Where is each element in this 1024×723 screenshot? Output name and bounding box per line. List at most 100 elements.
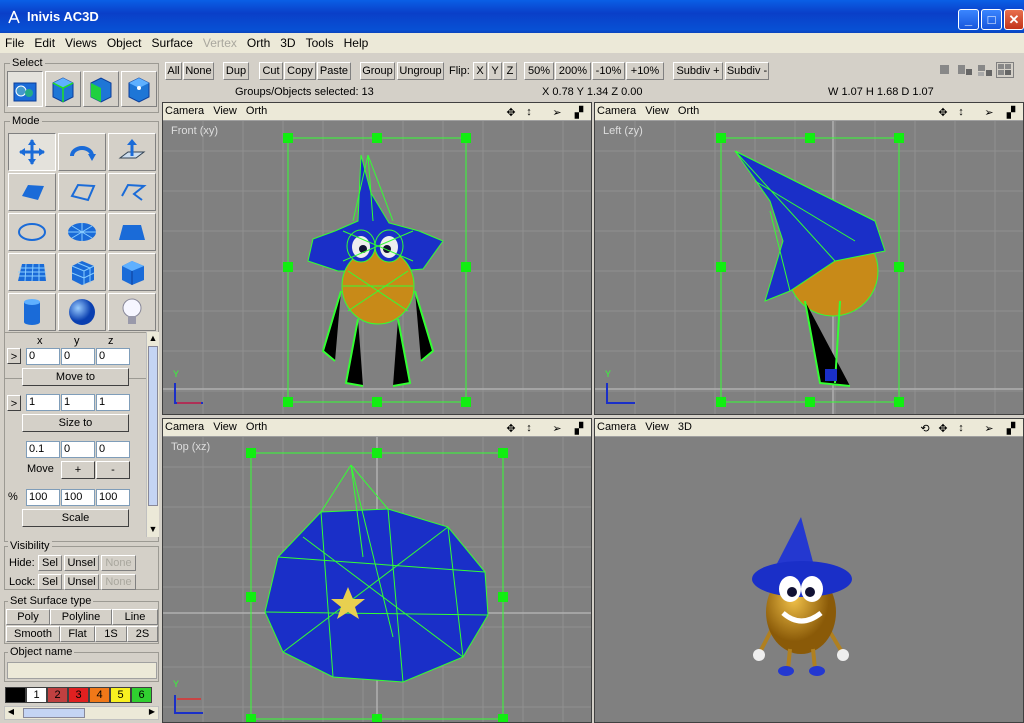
palette-swatch-1[interactable]: 1 — [26, 687, 47, 703]
zoom-icon[interactable]: ↕ — [521, 104, 537, 120]
view-mode-menu[interactable]: Orth — [246, 105, 267, 117]
viewport-front[interactable]: Camera View Orth ✥ ↕ ➢ ▞ Y Front (xy) — [162, 102, 592, 415]
pan-icon[interactable]: ✥ — [935, 420, 951, 436]
menu-file[interactable]: File — [0, 36, 29, 50]
zoom-minus-10-button[interactable]: -10% — [592, 62, 625, 80]
surface-1s-button[interactable]: 1S — [95, 626, 127, 642]
view-mode-menu[interactable]: 3D — [678, 421, 692, 433]
view-mode-menu[interactable]: Orth — [246, 421, 267, 433]
maximize-view-icon[interactable]: ▞ — [1003, 420, 1019, 436]
palette-swatch-5[interactable]: 5 — [110, 687, 131, 703]
move-minus-button[interactable]: - — [96, 461, 130, 479]
create-mesh-icon[interactable] — [8, 253, 56, 291]
create-polygon-icon[interactable] — [8, 173, 56, 211]
surface-poly-button[interactable]: Poly — [6, 609, 50, 625]
move-to-arrow-button[interactable]: > — [7, 348, 21, 364]
palette-swatch-3[interactable]: 3 — [68, 687, 89, 703]
scale-button[interactable]: Scale — [22, 509, 129, 527]
create-box-icon[interactable] — [108, 253, 156, 291]
surface-smooth-button[interactable]: Smooth — [6, 626, 60, 642]
create-cylinder-icon[interactable] — [8, 293, 56, 331]
create-disk-icon[interactable] — [58, 213, 106, 251]
create-light-icon[interactable] — [108, 293, 156, 331]
palette-swatch[interactable] — [5, 687, 26, 703]
move-mode-icon[interactable] — [8, 133, 56, 171]
menu-tools[interactable]: Tools — [301, 36, 339, 50]
create-rectangle-icon[interactable] — [108, 213, 156, 251]
move-to-button[interactable]: Move to — [22, 368, 129, 386]
maximize-view-icon[interactable]: ▞ — [1003, 104, 1019, 120]
hide-sel-button[interactable]: Sel — [38, 555, 62, 571]
menu-edit[interactable]: Edit — [29, 36, 60, 50]
viewport-3d[interactable]: Camera View 3D ⟲ ✥ ↕ ➢ ▞ — [594, 418, 1024, 723]
rotate-mode-icon[interactable] — [58, 133, 106, 171]
scroll-right-icon[interactable]: ▶ — [146, 707, 158, 719]
transform-scrollbar[interactable]: ▲ ▼ — [146, 332, 159, 537]
paste-button[interactable]: Paste — [317, 62, 351, 80]
camera-menu[interactable]: Camera — [165, 421, 204, 433]
surface-2s-button[interactable]: 2S — [127, 626, 158, 642]
create-grid-box-icon[interactable] — [58, 253, 106, 291]
maximize-icon[interactable]: □ — [981, 9, 1002, 30]
move-x-input[interactable]: 0.1 — [26, 441, 60, 458]
flip-x-button[interactable]: X — [473, 62, 487, 80]
size-to-y-input[interactable]: 1 — [61, 394, 95, 411]
palette-scroll-thumb[interactable] — [23, 708, 85, 718]
zoom-50-button[interactable]: 50% — [524, 62, 554, 80]
pan-icon[interactable]: ✥ — [503, 420, 519, 436]
camera-menu[interactable]: Camera — [165, 105, 204, 117]
zoom-icon[interactable]: ↕ — [521, 420, 537, 436]
create-circle-icon[interactable] — [8, 213, 56, 251]
copy-button[interactable]: Copy — [284, 62, 316, 80]
view-menu[interactable]: View — [213, 105, 237, 117]
view-menu[interactable]: View — [213, 421, 237, 433]
layout-four-icon[interactable] — [996, 62, 1014, 78]
scroll-left-icon[interactable]: ◀ — [5, 707, 17, 719]
palette-swatch-4[interactable]: 4 — [89, 687, 110, 703]
minimize-icon[interactable]: _ — [958, 9, 979, 30]
menu-vertex[interactable]: Vertex — [198, 36, 242, 50]
ungroup-button[interactable]: Ungroup — [397, 62, 444, 80]
cut-button[interactable]: Cut — [259, 62, 283, 80]
size-to-arrow-button[interactable]: > — [7, 395, 21, 411]
hide-unsel-button[interactable]: Unsel — [64, 555, 99, 571]
dup-button[interactable]: Dup — [223, 62, 249, 80]
menu-object[interactable]: Object — [102, 36, 147, 50]
move-z-input[interactable]: 0 — [96, 441, 130, 458]
zoom-icon[interactable]: ↕ — [953, 104, 969, 120]
pan-icon[interactable]: ✥ — [935, 104, 951, 120]
select-object-icon[interactable] — [45, 71, 81, 107]
view-menu[interactable]: View — [645, 421, 669, 433]
scroll-down-icon[interactable]: ▼ — [147, 524, 159, 537]
create-sphere-icon[interactable] — [58, 293, 106, 331]
menu-views[interactable]: Views — [60, 36, 102, 50]
camera-menu[interactable]: Camera — [597, 105, 636, 117]
size-to-z-input[interactable]: 1 — [96, 394, 130, 411]
scale-x-input[interactable]: 100 — [26, 489, 60, 506]
zoom-200-button[interactable]: 200% — [555, 62, 591, 80]
select-group-mode-icon[interactable] — [7, 71, 43, 107]
layout-three-icon[interactable] — [976, 62, 994, 78]
palette-swatch-6[interactable]: 6 — [131, 687, 152, 703]
subdiv-minus-button[interactable]: Subdiv - — [725, 62, 769, 80]
menu-orth[interactable]: Orth — [242, 36, 275, 50]
scroll-thumb[interactable] — [148, 346, 158, 506]
pointer-icon[interactable]: ➢ — [549, 104, 565, 120]
menu-3d[interactable]: 3D — [275, 36, 300, 50]
view-mode-menu[interactable]: Orth — [678, 105, 699, 117]
select-vertex-icon[interactable] — [121, 71, 157, 107]
close-icon[interactable]: ✕ — [1004, 9, 1024, 30]
object-name-input[interactable] — [7, 662, 157, 679]
menu-surface[interactable]: Surface — [147, 36, 198, 50]
maximize-view-icon[interactable]: ▞ — [571, 104, 587, 120]
view-menu[interactable]: View — [645, 105, 669, 117]
create-line-icon[interactable] — [108, 173, 156, 211]
maximize-view-icon[interactable]: ▞ — [571, 420, 587, 436]
viewport-left[interactable]: Camera View Orth ✥ ↕ ➢ ▞ Y Left (zy) — [594, 102, 1024, 415]
move-to-z-input[interactable]: 0 — [96, 348, 130, 365]
menu-help[interactable]: Help — [339, 36, 374, 50]
pointer-icon[interactable]: ➢ — [981, 104, 997, 120]
scale-z-input[interactable]: 100 — [96, 489, 130, 506]
scroll-up-icon[interactable]: ▲ — [147, 332, 159, 345]
pointer-icon[interactable]: ➢ — [549, 420, 565, 436]
